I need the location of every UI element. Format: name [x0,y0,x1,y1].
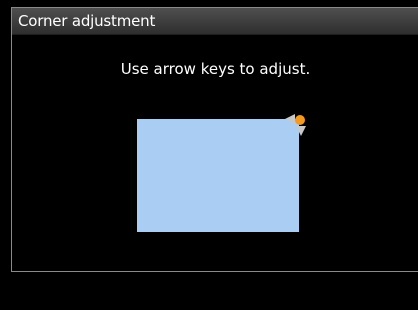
down-arrow-icon[interactable] [296,126,306,136]
corner-adjustment-dialog: Corner adjustment Use arrow keys to adju… [11,7,418,272]
screen-preview [137,119,299,232]
title-bar: Corner adjustment [12,8,418,35]
selected-corner-dot[interactable] [295,115,305,125]
left-arrow-icon[interactable] [285,114,295,124]
corner-indicator[interactable] [276,110,312,150]
instruction-text: Use arrow keys to adjust. [120,60,311,78]
screen: { "dialog": { "title": "Corner adjustmen… [0,0,418,310]
dialog-title: Corner adjustment [18,12,156,30]
